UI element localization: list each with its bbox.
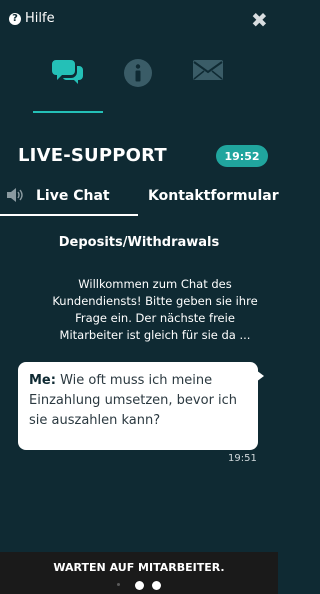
title-row: LIVE-SUPPORT 19:52 [0,142,278,172]
envelope-icon [193,60,223,80]
indicator-dot [135,581,144,590]
active-tab-indicator [33,111,103,113]
close-icon: ✖ [251,8,268,32]
speaker-icon[interactable] [6,187,24,203]
message-text: Wie oft muss ich meine Einzahlung umsetz… [29,373,238,428]
chat-tabs: Live Chat Kontaktformular [0,180,279,218]
tab-info[interactable] [103,58,173,112]
chat-bubbles-icon [52,60,83,84]
indicator-dot [152,581,161,590]
info-icon [124,59,152,87]
help-label: Hilfe [25,11,55,26]
page-title: LIVE-SUPPORT [18,145,167,166]
tab-chat[interactable] [33,58,103,112]
waiting-status: WARTEN AUF MITARBEITER. [53,561,225,574]
welcome-message: Willkommen zum Chat des Kundendiensts! B… [52,277,258,342]
tab-email[interactable] [173,58,243,112]
live-chat-underline [0,214,138,216]
chat-topic: Deposits/Withdrawals [58,235,220,250]
close-button[interactable]: ✖ [251,8,268,32]
message-sender: Me: [29,373,56,388]
time-badge: 19:52 [216,145,268,167]
tab-live-chat[interactable]: Live Chat [36,188,110,204]
icon-tab-bar [0,58,278,114]
question-circle-icon: ? [9,12,21,25]
footer: WARTEN AUF MITARBEITER. [0,552,278,594]
header: ? Hilfe ✖ [0,0,278,40]
message-time: 19:51 [228,453,257,464]
help-link[interactable]: ? Hilfe [9,11,55,26]
typing-indicator [113,577,173,591]
message-bubble: Me: Wie oft muss ich meine Einzahlung um… [18,362,264,450]
indicator-dot [117,583,120,586]
message-content: Me: Wie oft muss ich meine Einzahlung um… [29,371,251,431]
tab-kontaktformular[interactable]: Kontaktformular [148,188,279,204]
